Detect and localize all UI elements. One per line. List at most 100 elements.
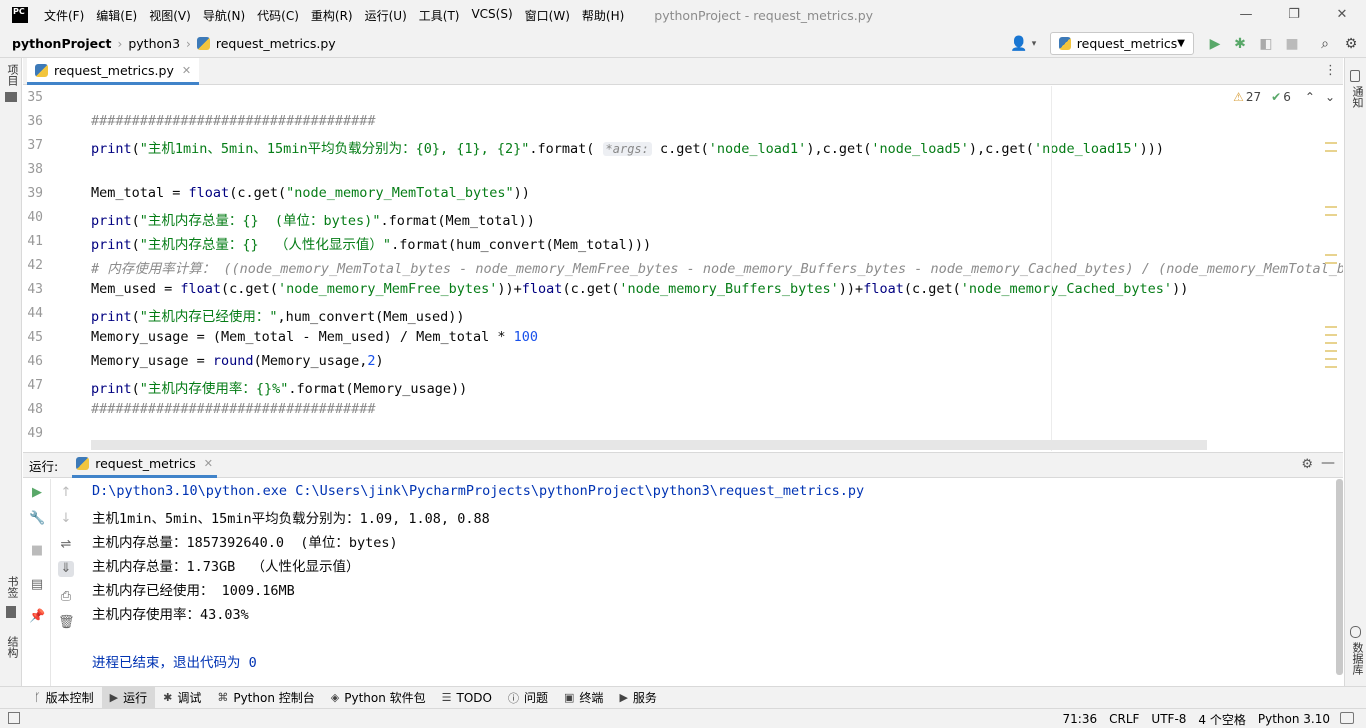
chevron-down-icon[interactable]: ▾ <box>1025 35 1043 53</box>
line-number: 48 <box>27 402 43 417</box>
line-number: 41 <box>27 234 43 249</box>
code-line[interactable]: ################################### <box>91 113 375 129</box>
restore-button[interactable]: ❐ <box>1270 0 1318 30</box>
layout-icon[interactable]: ▤ <box>29 577 45 593</box>
inspection-widget[interactable]: ⚠ 27 ✔ 6 ⌃ ⌄ <box>1223 90 1335 104</box>
rerun-icon[interactable]: ▶ <box>29 485 45 501</box>
title-bar: PC 文件(F) 编辑(E) 视图(V) 导航(N) 代码(C) 重构(R) 运行(U) 工具… <box>0 0 1366 30</box>
code-line[interactable]: Memory_usage = round(Memory_usage,2) <box>91 353 384 369</box>
wrench-icon[interactable]: 🔧 <box>29 511 45 527</box>
close-tab-icon[interactable]: ✕ <box>182 64 191 77</box>
search-icon[interactable]: ⌕ <box>1316 35 1334 53</box>
gear-icon[interactable]: ⚙ <box>1301 457 1313 472</box>
caret-position[interactable]: 71:36 <box>1063 712 1098 726</box>
notifications-tool-label[interactable]: 通知 <box>1349 86 1365 108</box>
arrow-down-icon[interactable]: ↓ <box>58 511 74 527</box>
code-line[interactable]: # 内存使用率计算： ((node_memory_MemTotal_bytes … <box>91 257 1343 277</box>
chevron-up-icon[interactable]: ⌃ <box>1305 90 1315 104</box>
tool-todo[interactable]: ☰ TODO <box>434 687 500 709</box>
python-interpreter[interactable]: Python 3.10 <box>1258 712 1330 726</box>
minimize-panel-icon[interactable]: — <box>1321 455 1335 471</box>
code-line[interactable]: Memory_usage = (Mem_total - Mem_used) / … <box>91 329 538 345</box>
bookmark-icon <box>6 606 16 618</box>
error-stripe-marker <box>1325 342 1337 344</box>
database-tool-label[interactable]: 数据库 <box>1349 642 1365 675</box>
line-number: 38 <box>27 162 43 177</box>
menu-item-8[interactable]: VCS(S) <box>471 7 512 24</box>
project-tool-label[interactable]: 项目 <box>4 64 20 86</box>
stop-icon[interactable]: ■ <box>29 543 45 559</box>
tool-problems[interactable]: ⓘ 问题 <box>500 687 556 709</box>
menu-item-3[interactable]: 导航(N) <box>203 7 245 24</box>
structure-tool-label[interactable]: 结构 <box>4 636 20 658</box>
run-icon[interactable]: ▶ <box>1206 35 1224 53</box>
menu-item-10[interactable]: 帮助(H) <box>582 7 624 24</box>
menu-item-7[interactable]: 工具(T) <box>419 7 460 24</box>
menu-item-9[interactable]: 窗口(W) <box>525 7 570 24</box>
print-icon[interactable]: ⎙ <box>58 589 74 605</box>
minimize-button[interactable]: — <box>1222 0 1270 30</box>
code-line[interactable]: ################################### <box>91 401 375 417</box>
soft-wrap-icon[interactable]: ⇌ <box>58 537 74 553</box>
tab-request-metrics-py[interactable]: request_metrics.py ✕ <box>27 58 200 85</box>
console-output[interactable]: D:\python3.10\python.exe C:\Users\jink\P… <box>80 479 1335 684</box>
chevron-down-icon: ▼ <box>1177 38 1185 49</box>
horizontal-scrollbar[interactable] <box>91 440 1207 450</box>
tool-run-icon: ▶ <box>109 691 119 704</box>
tool-vcs[interactable]: ᚴ 版本控制 <box>26 687 102 709</box>
code-line[interactable]: print("主机内存已经使用：",hum_convert(Mem_used)) <box>91 305 464 325</box>
gear-icon[interactable]: ⚙ <box>1342 35 1360 53</box>
indent-setting[interactable]: 4 个空格 <box>1198 711 1245 728</box>
tool-terminal[interactable]: ▣ 终端 <box>556 687 611 709</box>
tab-run-request-metrics[interactable]: request_metrics ✕ <box>72 453 217 478</box>
tool-terminal-label: 终端 <box>579 691 604 705</box>
code-line[interactable]: print("主机内存总量：{} （人性化显示值）".format(hum_co… <box>91 233 651 253</box>
breadcrumb-project[interactable]: pythonProject <box>12 36 112 51</box>
chevron-down-icon[interactable]: ⌄ <box>1325 90 1335 104</box>
code-line[interactable]: print("主机1min、5min、15min平均负载分别为：{0}, {1}… <box>91 137 1164 157</box>
more-options-icon[interactable]: ⋮ <box>1324 63 1337 78</box>
code-line[interactable]: Mem_used = float(c.get('node_memory_MemF… <box>91 281 1188 297</box>
debug-icon[interactable]: ✱ <box>1231 35 1249 53</box>
menu-item-5[interactable]: 重构(R) <box>311 7 353 24</box>
menu-item-1[interactable]: 编辑(E) <box>96 7 137 24</box>
tool-debug[interactable]: ✱ 调试 <box>155 687 209 709</box>
tool-services[interactable]: ▶ 服务 <box>611 687 664 709</box>
menu-item-6[interactable]: 运行(U) <box>365 7 407 24</box>
close-window-button[interactable]: ✕ <box>1318 0 1366 30</box>
code-line[interactable]: Mem_total = float(c.get("node_memory_Mem… <box>91 185 530 201</box>
run-toolbar: ▶ 🔧 ■ ▤ 📌 <box>23 479 51 686</box>
menu-item-2[interactable]: 视图(V) <box>149 7 191 24</box>
scroll-to-end-icon[interactable]: ⇓ <box>58 561 74 577</box>
console-scrollbar[interactable] <box>1336 479 1343 675</box>
menu-item-0[interactable]: 文件(F) <box>44 7 84 24</box>
arrow-up-icon[interactable]: ↑ <box>58 485 74 501</box>
code-line[interactable]: print("主机内存总量：{} (单位：bytes)".format(Mem_… <box>91 209 535 229</box>
run-panel-header: 运行: request_metrics ✕ ⚙ — <box>23 452 1343 478</box>
file-encoding[interactable]: UTF-8 <box>1151 712 1186 726</box>
coverage-icon[interactable]: ◧ <box>1257 35 1275 53</box>
trash-icon[interactable]: 🗑 <box>58 615 75 631</box>
tool-python-console[interactable]: ⌘ Python 控制台 <box>209 687 322 709</box>
breadcrumb-folder[interactable]: python3 <box>128 36 180 51</box>
bookmarks-tool-label[interactable]: 书签 <box>4 576 20 598</box>
layout-toggle-icon[interactable] <box>8 712 20 724</box>
code-editor[interactable]: 35 36 37 38 39 40 41 42 43 44 45 46 47 48 49 50 #######… <box>23 86 1343 451</box>
status-right: 71:36 CRLF UTF-8 4 个空格 Python 3.10 <box>1051 709 1330 728</box>
code-line[interactable]: print("主机内存使用率：{}%".format(Memory_usage)… <box>91 377 467 397</box>
close-tab-icon[interactable]: ✕ <box>204 457 213 470</box>
pin-icon[interactable]: 📌 <box>29 609 45 625</box>
run-panel-label: 运行: <box>29 458 59 474</box>
run-configuration-select[interactable]: request_metrics ▼ <box>1050 32 1194 55</box>
line-number: 36 <box>27 114 43 129</box>
breadcrumb-file[interactable]: request_metrics.py <box>216 36 336 51</box>
tool-python-packages-icon: ◈ <box>330 691 340 704</box>
window-title: pythonProject - request_metrics.py <box>654 7 874 23</box>
menu-item-4[interactable]: 代码(C) <box>257 7 299 24</box>
tool-run[interactable]: ▶ 运行 <box>101 686 156 709</box>
tool-python-packages[interactable]: ◈ Python 软件包 <box>323 687 434 709</box>
stop-icon[interactable]: ■ <box>1283 35 1301 53</box>
line-separator[interactable]: CRLF <box>1109 712 1139 726</box>
error-stripe-marker <box>1325 326 1337 328</box>
lock-icon[interactable] <box>1340 712 1354 724</box>
